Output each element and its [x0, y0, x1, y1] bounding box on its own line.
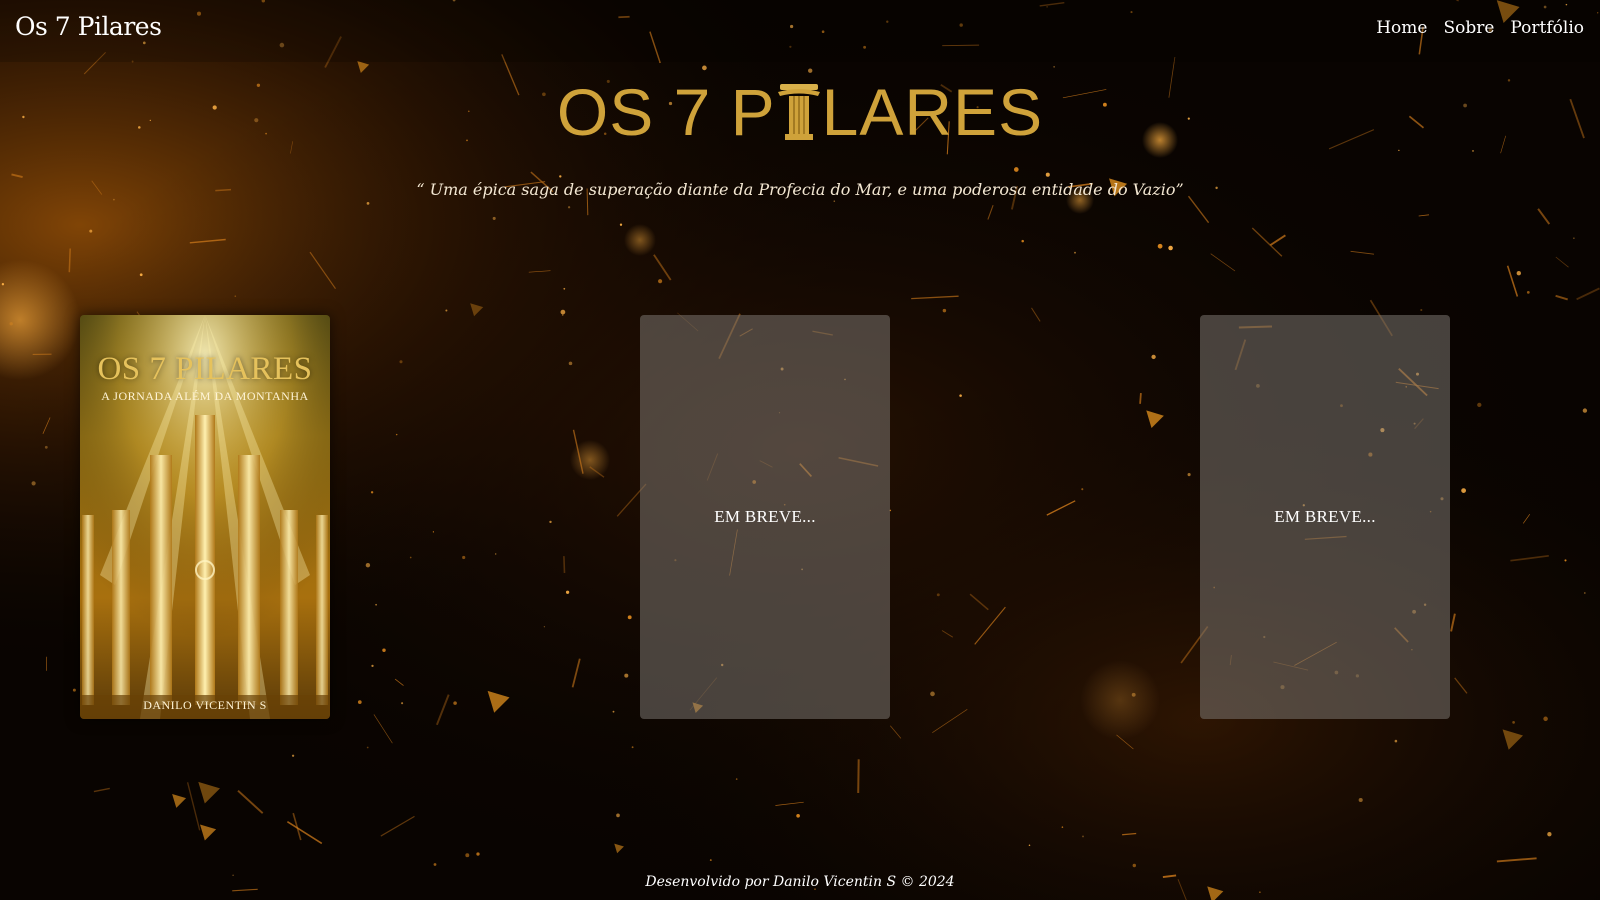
main-nav: Home Sobre Portfólio [1376, 18, 1584, 38]
site-brand[interactable]: Os 7 Pilares [15, 12, 162, 41]
book-cover-author: DANILO VICENTIN S [143, 698, 267, 712]
hero-tagline: “ Uma épica saga de superação diante da … [416, 180, 1184, 199]
top-navbar: Os 7 Pilares Home Sobre Portfólio [0, 0, 1600, 62]
book-cover-title: OS 7 PILARES [97, 351, 313, 387]
hero-logo: OS 7 P LARES [0, 72, 1600, 152]
logo-text-start: OS 7 P [556, 75, 776, 149]
nav-home-link[interactable]: Home [1376, 18, 1427, 38]
logo-wordmark: OS 7 P LARES [557, 74, 1043, 150]
logo-text-end: LARES [821, 75, 1044, 149]
coming-soon-label: EM BREVE... [1274, 507, 1376, 526]
coming-soon-label: EM BREVE... [714, 507, 816, 526]
book-cover-subtitle: A JORNADA ALÉM DA MONTANHA [101, 389, 309, 403]
nav-sobre-link[interactable]: Sobre [1443, 18, 1494, 38]
book-cover-card[interactable]: OS 7 PILARES A JORNADA ALÉM DA MONTANHA … [80, 315, 330, 719]
coming-soon-card-1[interactable]: EM BREVE... [640, 315, 890, 719]
footer-credit: Desenvolvido por Danilo Vicentin S © 202… [645, 874, 955, 890]
coming-soon-card-2[interactable]: EM BREVE... [1200, 315, 1450, 719]
pillar-icon [777, 84, 820, 140]
nav-portfolio-link[interactable]: Portfólio [1510, 18, 1584, 38]
